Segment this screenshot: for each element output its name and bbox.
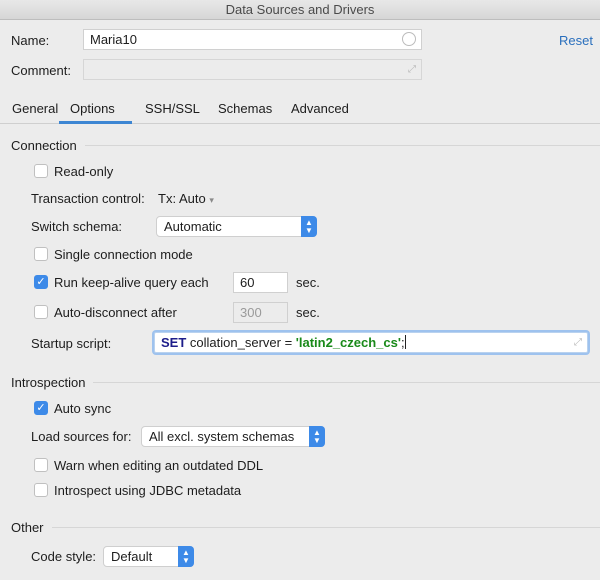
transaction-control-value: Tx: Auto bbox=[158, 191, 206, 206]
code-style-value: Default bbox=[111, 549, 153, 564]
read-only-checkbox[interactable] bbox=[34, 164, 48, 178]
window-title: Data Sources and Drivers bbox=[0, 0, 600, 20]
startup-script-label: Startup script: bbox=[31, 336, 112, 351]
active-tab-indicator bbox=[59, 121, 132, 124]
introspection-divider bbox=[88, 382, 600, 383]
connection-section-title: Connection bbox=[11, 138, 85, 153]
comment-input[interactable]: ⤢ bbox=[83, 59, 422, 80]
name-input[interactable]: Maria10 bbox=[83, 29, 422, 50]
tab-options[interactable]: Options bbox=[70, 101, 115, 116]
transaction-control-dropdown[interactable]: Tx: Auto ▾ bbox=[158, 191, 214, 206]
expand-icon[interactable]: ⤢ bbox=[408, 65, 416, 75]
script-string: 'latin2_czech_cs' bbox=[295, 335, 401, 350]
keep-alive-interval-input[interactable]: 60 bbox=[233, 272, 288, 293]
auto-disconnect-checkbox[interactable] bbox=[34, 305, 48, 319]
read-only-label: Read-only bbox=[54, 164, 114, 179]
chevron-down-icon: ▾ bbox=[209, 195, 214, 205]
other-section-title: Other bbox=[11, 520, 52, 535]
load-sources-select[interactable]: All excl. system schemas ▲ ▼ bbox=[141, 426, 325, 447]
jdbc-metadata-label: Introspect using JDBC metadata bbox=[54, 483, 242, 498]
connection-divider bbox=[80, 145, 600, 146]
keep-alive-unit: sec. bbox=[296, 275, 320, 290]
switch-schema-select[interactable]: Automatic ▲ ▼ bbox=[156, 216, 317, 237]
script-body: collation_server = bbox=[186, 335, 296, 350]
name-value: Maria10 bbox=[90, 32, 137, 47]
keep-alive-checkbox[interactable]: ✓ bbox=[34, 275, 48, 289]
auto-disconnect-label: Auto-disconnect after bbox=[54, 305, 177, 320]
switch-schema-value: Automatic bbox=[164, 219, 222, 234]
single-connection-checkbox[interactable] bbox=[34, 247, 48, 261]
single-connection-label: Single connection mode bbox=[54, 247, 193, 262]
code-style-select[interactable]: Default ▲ ▼ bbox=[103, 546, 194, 567]
comment-label: Comment: bbox=[11, 63, 71, 78]
load-sources-value: All excl. system schemas bbox=[149, 429, 295, 444]
auto-disconnect-unit: sec. bbox=[296, 305, 320, 320]
introspection-section-title: Introspection bbox=[11, 375, 94, 390]
transaction-control-label: Transaction control: bbox=[31, 191, 145, 206]
load-sources-label: Load sources for: bbox=[31, 429, 132, 444]
tab-ssh-ssl[interactable]: SSH/SSL bbox=[145, 101, 200, 116]
tab-schemas[interactable]: Schemas bbox=[218, 101, 272, 116]
updown-arrows-icon: ▲ ▼ bbox=[178, 546, 194, 567]
check-icon: ✓ bbox=[36, 276, 46, 288]
text-caret bbox=[404, 335, 406, 349]
expand-icon[interactable]: ⤢ bbox=[574, 338, 582, 348]
keep-alive-label: Run keep-alive query each bbox=[54, 275, 209, 290]
check-icon: ✓ bbox=[36, 402, 46, 414]
updown-arrows-icon: ▲ ▼ bbox=[309, 426, 325, 447]
color-circle-icon[interactable] bbox=[402, 32, 416, 46]
script-keyword: SET bbox=[161, 335, 187, 350]
code-style-label: Code style: bbox=[31, 549, 97, 564]
updown-arrows-icon: ▲ ▼ bbox=[301, 216, 317, 237]
reset-link[interactable]: Reset bbox=[559, 33, 593, 48]
auto-sync-checkbox[interactable]: ✓ bbox=[34, 401, 48, 415]
warn-outdated-ddl-label: Warn when editing an outdated DDL bbox=[54, 458, 264, 473]
switch-schema-label: Switch schema: bbox=[31, 219, 123, 234]
auto-disconnect-input[interactable]: 300 bbox=[233, 302, 288, 323]
warn-outdated-ddl-checkbox[interactable] bbox=[34, 458, 48, 472]
tab-general[interactable]: General bbox=[12, 101, 58, 116]
tab-advanced[interactable]: Advanced bbox=[291, 101, 349, 116]
name-label: Name: bbox=[11, 33, 50, 48]
jdbc-metadata-checkbox[interactable] bbox=[34, 483, 48, 497]
other-divider bbox=[48, 527, 600, 528]
startup-script-editor[interactable]: SET collation_server = 'latin2_czech_cs'… bbox=[154, 332, 588, 353]
auto-sync-label: Auto sync bbox=[54, 401, 112, 416]
